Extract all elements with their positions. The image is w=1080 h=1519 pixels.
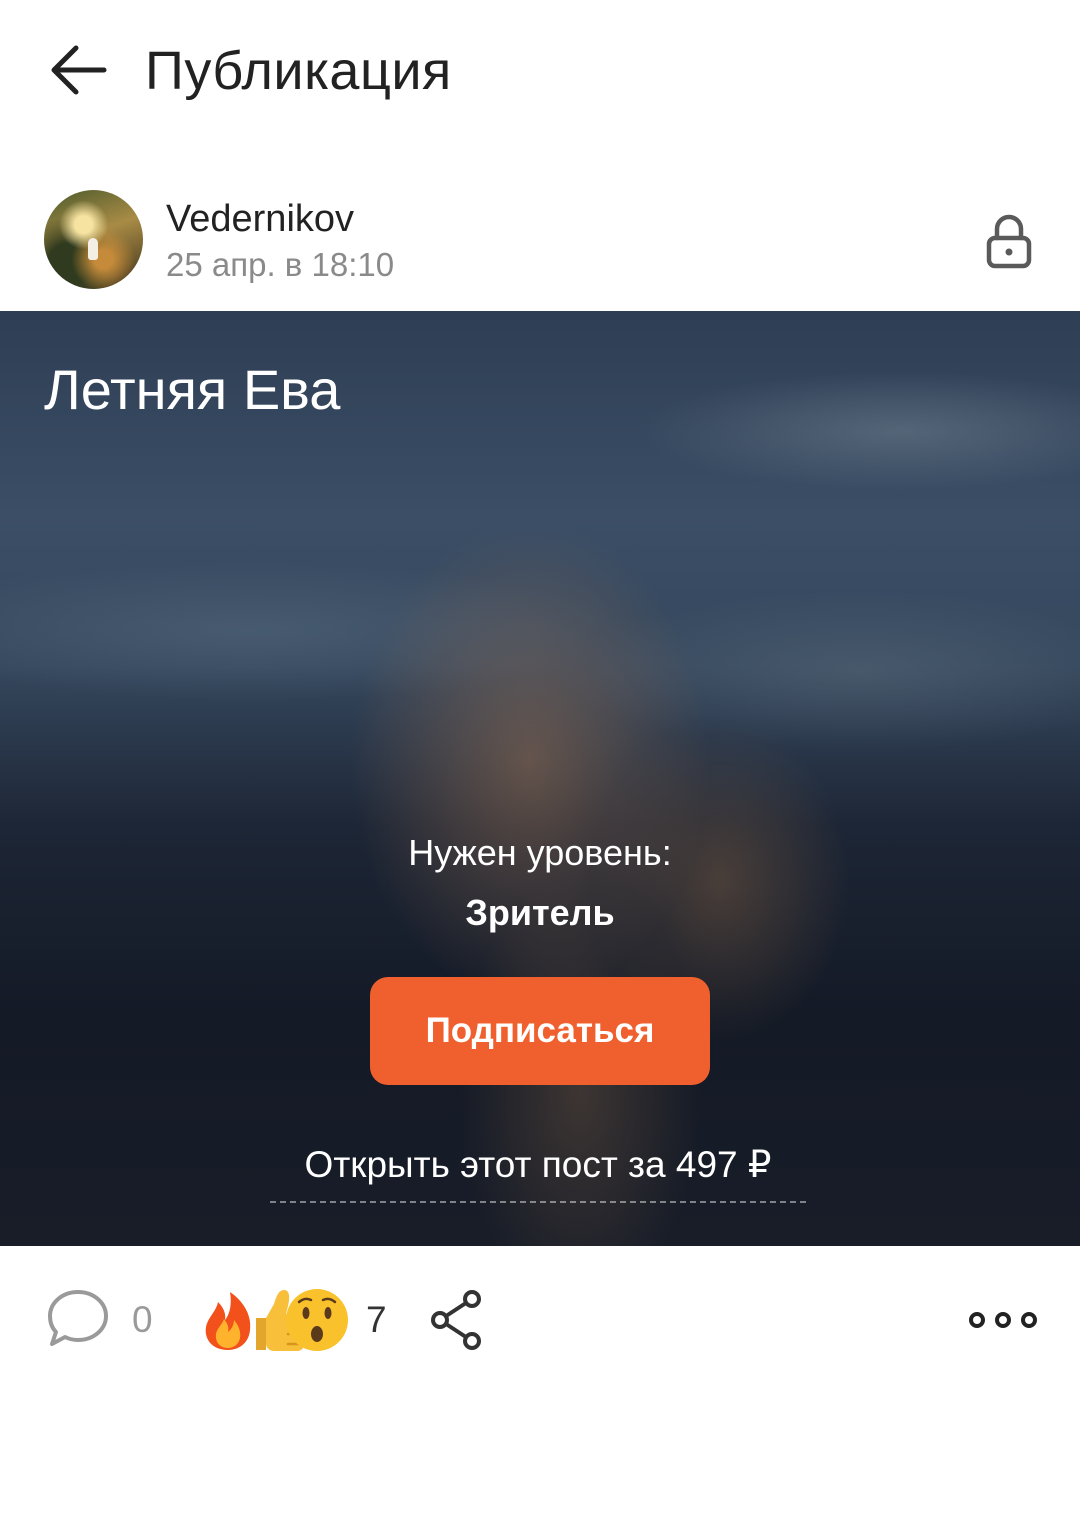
required-level-label: Нужен уровень: xyxy=(408,832,672,873)
avatar[interactable] xyxy=(44,190,143,289)
more-options-button[interactable] xyxy=(966,1306,1040,1334)
share-icon xyxy=(431,1290,481,1350)
open-post-link[interactable]: Открыть этот пост за 497 ₽ xyxy=(270,1137,806,1203)
locked-post-media: Летняя Ева Нужен уровень: Зритель Подпис… xyxy=(0,311,1080,1246)
more-dots-icon xyxy=(969,1312,1037,1328)
avatar-figure xyxy=(88,238,98,260)
back-button[interactable] xyxy=(44,40,112,100)
post-actions-bar: 0 7 xyxy=(0,1256,1080,1386)
comment-count: 0 xyxy=(132,1299,153,1340)
share-button[interactable] xyxy=(426,1288,486,1352)
top-bar: Публикация xyxy=(0,0,1080,140)
surprised-face-emoji-icon xyxy=(286,1289,348,1351)
subscribe-button[interactable]: Подписаться xyxy=(370,977,710,1085)
required-level-name: Зритель xyxy=(465,892,615,933)
arrow-left-icon xyxy=(51,45,107,95)
reactions-icons xyxy=(205,1289,348,1351)
post-date: 25 апр. в 18:10 xyxy=(166,246,395,283)
comment-bubble-icon xyxy=(48,1290,108,1346)
comment-button[interactable] xyxy=(44,1286,112,1352)
reaction-count: 7 xyxy=(366,1299,387,1340)
post-author-row: Vedernikov 25 апр. в 18:10 xyxy=(0,180,1080,300)
page-title: Публикация xyxy=(145,41,452,101)
reactions-button[interactable] xyxy=(200,1284,350,1354)
post-title: Летняя Ева xyxy=(44,358,341,421)
fire-emoji-icon xyxy=(205,1292,251,1350)
author-name[interactable]: Vedernikov xyxy=(166,196,354,242)
lock-icon xyxy=(986,214,1032,269)
lock-button[interactable] xyxy=(984,214,1034,270)
